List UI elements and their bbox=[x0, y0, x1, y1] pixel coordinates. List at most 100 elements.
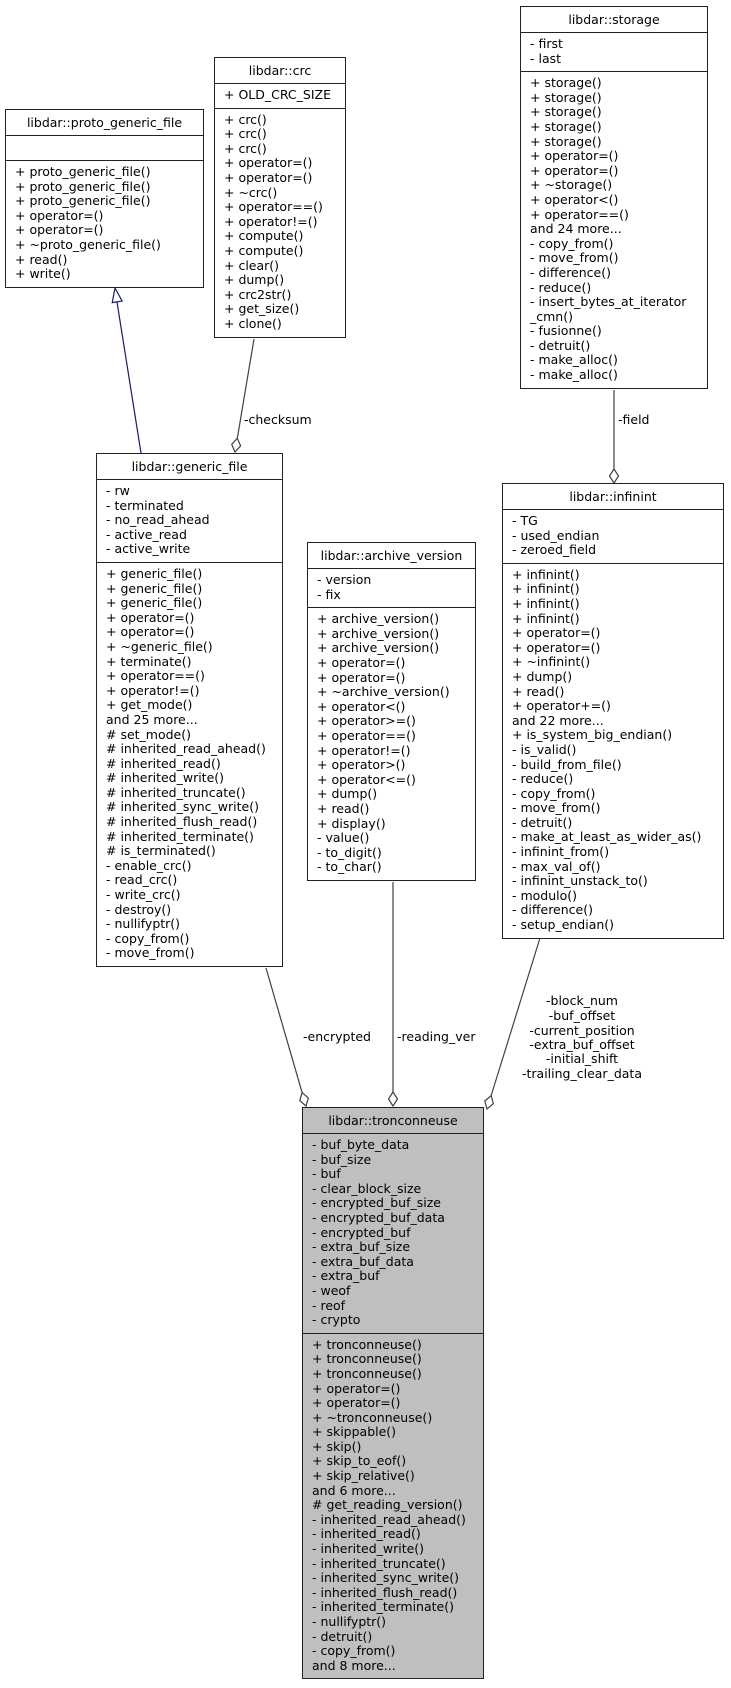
method-item: - copy_from() bbox=[512, 785, 596, 801]
class-title: libdar::tronconneuse bbox=[303, 1108, 483, 1134]
method-item: - move_from() bbox=[512, 800, 601, 816]
method-item: + compute() bbox=[224, 242, 304, 258]
method-item: + get_size() bbox=[224, 301, 300, 317]
method-item: - copy_from() bbox=[530, 235, 614, 251]
method-item: + dump() bbox=[317, 786, 378, 802]
method-item: - move_from() bbox=[106, 945, 195, 961]
method-item: + ~storage() bbox=[530, 177, 613, 193]
method-item: + crc() bbox=[224, 111, 267, 127]
methods-section: + storage() + storage() + storage() + stora… bbox=[521, 71, 707, 387]
method-item: # inherited_write() bbox=[106, 770, 225, 786]
method-item: - to_digit() bbox=[317, 844, 382, 860]
method-item: + skip() bbox=[312, 1438, 362, 1454]
method-item: - modulo() bbox=[512, 887, 578, 903]
method-item: + operator<=() bbox=[317, 771, 416, 787]
edge-label-encrypted: -encrypted bbox=[303, 1029, 371, 1044]
attribute-item: - encrypted_buf bbox=[312, 1224, 411, 1240]
methods-section: + infinint() + infinint() + infinint() + in… bbox=[503, 562, 723, 938]
attributes-section: - TG - used_endian - zeroed_field bbox=[503, 510, 723, 563]
method-item: - build_from_file() bbox=[512, 756, 622, 772]
method-item: - destroy() bbox=[106, 901, 172, 917]
method-item: + clone() bbox=[224, 315, 282, 331]
method-item: - read_crc() bbox=[106, 872, 178, 888]
aggregation-diamond-icon bbox=[484, 1094, 495, 1111]
method-item: + operator=() bbox=[224, 169, 313, 185]
edge-label: -current_position bbox=[529, 1023, 634, 1038]
method-item: + compute() bbox=[224, 228, 304, 244]
class-title: libdar::storage bbox=[521, 7, 707, 33]
method-item: + clear() bbox=[224, 257, 280, 273]
class-box-archive-version[interactable]: libdar::archive_version - version - fix + a… bbox=[307, 542, 476, 881]
attributes-section: + OLD_CRC_SIZE bbox=[215, 84, 345, 108]
class-title: libdar::infinint bbox=[503, 484, 723, 510]
method-item: - detruit() bbox=[530, 337, 591, 353]
methods-section: + proto_generic_file() + proto_generic_fi… bbox=[6, 160, 203, 287]
method-item: - difference() bbox=[530, 264, 611, 280]
method-item: + operator=() bbox=[312, 1380, 401, 1396]
aggregation-diamond-icon bbox=[608, 467, 620, 485]
method-item: + storage() bbox=[530, 118, 602, 134]
class-box-infinint[interactable]: libdar::infinint - TG - used_endian - zeroe… bbox=[502, 483, 724, 939]
method-item: + tronconneuse() bbox=[312, 1365, 422, 1381]
method-item: - copy_from() bbox=[312, 1643, 396, 1659]
method-item: + dump() bbox=[512, 668, 573, 684]
method-item: + operator=() bbox=[106, 624, 195, 640]
method-item: + ~proto_generic_file() bbox=[15, 236, 161, 252]
method-item: + crc() bbox=[224, 140, 267, 156]
method-item: + storage() bbox=[530, 133, 602, 149]
edge-label-checksum: -checksum bbox=[244, 412, 312, 427]
method-item: + tronconneuse() bbox=[312, 1336, 422, 1352]
class-box-tronconneuse[interactable]: libdar::tronconneuse - buf_byte_data - buf… bbox=[302, 1107, 484, 1680]
method-item: + read() bbox=[15, 251, 68, 267]
class-box-storage[interactable]: libdar::storage - first - last + storage() +… bbox=[520, 6, 708, 389]
attributes-section: - buf_byte_data - buf_size - buf - clear_bl… bbox=[303, 1134, 483, 1333]
method-item: - make_alloc() bbox=[530, 352, 618, 368]
method-item: - reduce() bbox=[512, 771, 574, 787]
method-item: - nullifyptr() bbox=[312, 1614, 387, 1629]
method-item: + storage() bbox=[530, 104, 602, 120]
method-item: + proto_generic_file() bbox=[15, 178, 151, 194]
attribute-item: - TG bbox=[512, 513, 538, 528]
method-item: + ~crc() bbox=[224, 184, 278, 200]
methods-section: + generic_file() + generic_file() + generi… bbox=[97, 561, 282, 966]
attribute-item: - rw bbox=[106, 483, 130, 498]
method-item: + archive_version() bbox=[317, 611, 440, 627]
class-box-proto-generic-file[interactable]: libdar::proto_generic_file + proto_generi… bbox=[5, 109, 204, 288]
method-item: _cmn() bbox=[530, 308, 573, 324]
method-item: + operator=() bbox=[530, 162, 619, 178]
method-item: - reduce() bbox=[530, 279, 592, 295]
method-item: + ~generic_file() bbox=[106, 638, 213, 654]
edge-label: -extra_buf_offset bbox=[529, 1037, 634, 1052]
edge-label: -block_num bbox=[546, 993, 618, 1008]
method-item: + ~infinint() bbox=[512, 654, 591, 670]
attribute-item: - encrypted_buf_data bbox=[312, 1209, 445, 1225]
edge-label-reading-ver: -reading_ver bbox=[397, 1029, 476, 1044]
method-item: + operator=() bbox=[317, 654, 406, 670]
method-item: + operator=() bbox=[317, 669, 406, 685]
method-item: + operator=() bbox=[512, 625, 601, 641]
method-item: - inherited_terminate() bbox=[312, 1599, 454, 1615]
method-item: # get_reading_version() bbox=[312, 1497, 463, 1513]
attribute-item: - used_endian bbox=[512, 527, 600, 543]
edge-labels-infinint: -block_num -buf_offset -current_position… bbox=[522, 993, 642, 1081]
class-title: libdar::archive_version bbox=[308, 543, 475, 569]
method-item: + operator==() bbox=[224, 199, 323, 215]
method-item: + skip_relative() bbox=[312, 1468, 415, 1484]
attribute-item: - fix bbox=[317, 586, 341, 602]
class-box-generic-file[interactable]: libdar::generic_file - rw - terminated - no… bbox=[96, 453, 283, 967]
class-box-crc[interactable]: libdar::crc + OLD_CRC_SIZE + crc() + crc() +… bbox=[214, 57, 346, 338]
method-item: + crc2str() bbox=[224, 286, 292, 302]
method-item: - setup_endian() bbox=[512, 917, 615, 933]
aggregation-diamond-icon bbox=[231, 437, 242, 454]
method-item: + infinint() bbox=[512, 566, 580, 582]
method-item: + proto_generic_file() bbox=[15, 193, 151, 209]
attribute-item: - crypto bbox=[312, 1312, 361, 1328]
method-item: + is_system_big_endian() bbox=[512, 727, 673, 743]
method-item: - move_from() bbox=[530, 250, 619, 266]
method-item: - infinint_unstack_to() bbox=[512, 873, 648, 889]
inheritance-arrow-icon bbox=[111, 286, 124, 304]
method-item: + ~archive_version() bbox=[317, 684, 450, 700]
attribute-item: - weof bbox=[312, 1282, 351, 1298]
method-item: + operator=() bbox=[106, 609, 195, 625]
method-item: + infinint() bbox=[512, 581, 580, 597]
